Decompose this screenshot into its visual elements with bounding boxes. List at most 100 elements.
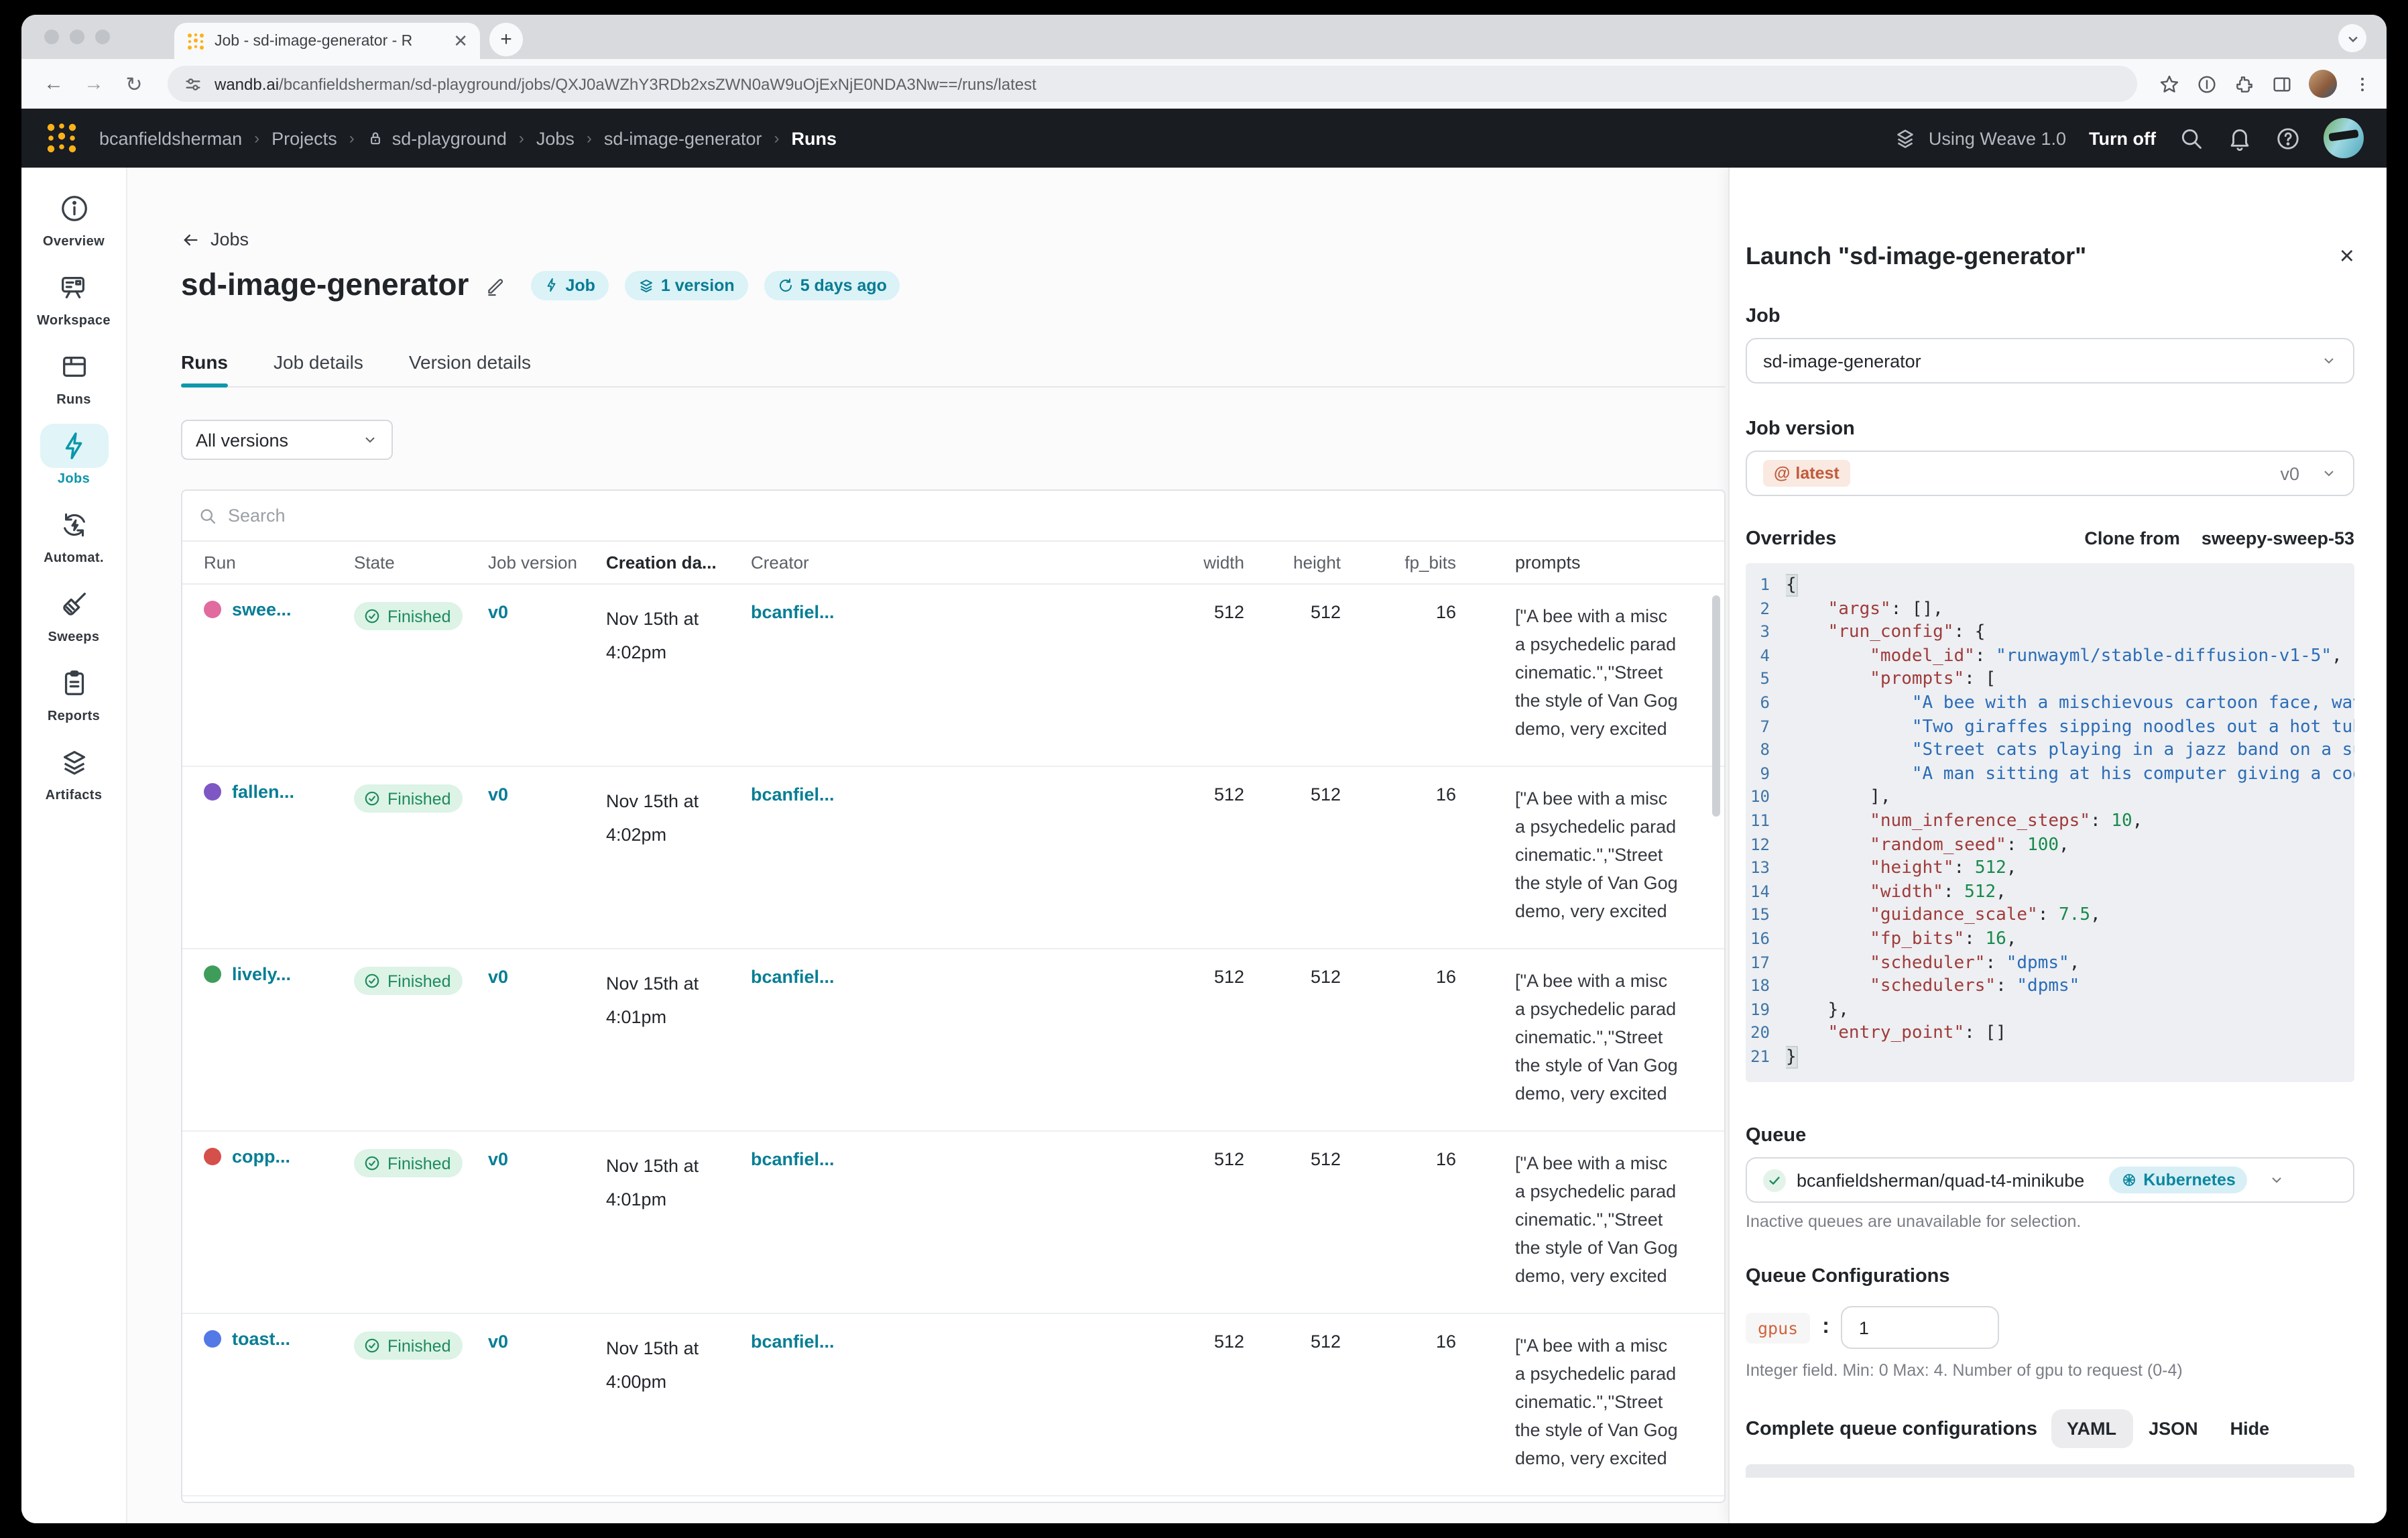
queue-config-footer: Complete queue configurations YAML JSON …	[1746, 1410, 2354, 1449]
search-input[interactable]	[228, 506, 630, 526]
breadcrumb-item[interactable]: sd-image-generator	[604, 128, 762, 148]
job-version-link[interactable]: v0	[488, 1332, 508, 1352]
version-filter-select[interactable]: All versions	[181, 420, 393, 460]
creation-date-cell: Nov 15th at4:01pm	[606, 949, 751, 1130]
table-row[interactable]: lively...Finishedv0Nov 15th at4:01pmbcan…	[182, 949, 1724, 1132]
weave-turn-off-button[interactable]: Turn off	[2089, 128, 2156, 148]
tab-search-button[interactable]	[2338, 24, 2366, 52]
sidebar-item-automat[interactable]: Automat.	[40, 503, 108, 566]
creator-link[interactable]: bcanfiel...	[751, 602, 835, 622]
creator-link[interactable]: bcanfiel...	[751, 1149, 835, 1169]
minimize-window-button[interactable]	[70, 29, 84, 44]
column-header[interactable]: Creation da...	[606, 552, 751, 573]
extensions-puzzle-icon[interactable]	[2234, 73, 2255, 95]
sidebar-item-overview[interactable]: Overview	[40, 186, 108, 249]
runs-table-card: RunStateJob versionCreation da...Creator…	[181, 489, 1726, 1503]
height-cell: 512	[1250, 949, 1346, 1130]
job-version-link[interactable]: v0	[488, 602, 508, 622]
column-header[interactable]: fp_bits	[1346, 552, 1461, 573]
job-version-link[interactable]: v0	[488, 967, 508, 987]
close-icon[interactable]: ×	[2340, 244, 2354, 270]
notifications-bell-icon[interactable]	[2227, 125, 2252, 151]
back-button[interactable]: ←	[36, 72, 71, 95]
tab-close-icon[interactable]: ✕	[453, 32, 468, 50]
fp-bits-cell: 16	[1346, 1314, 1461, 1495]
breadcrumb-item[interactable]: Jobs	[536, 128, 575, 148]
fp-bits-cell: 16	[1346, 767, 1461, 948]
back-to-jobs-link[interactable]: Jobs	[181, 229, 249, 249]
side-panel-icon[interactable]	[2271, 73, 2293, 95]
tab-version-details[interactable]: Version details	[409, 351, 531, 386]
reload-button[interactable]: ↻	[117, 72, 152, 96]
extension-badge-icon[interactable]	[2196, 73, 2218, 95]
table-row[interactable]: swee...Finishedv0Nov 15th at4:02pmbcanfi…	[182, 585, 1724, 767]
breadcrumb-item[interactable]: bcanfieldsherman	[99, 128, 242, 148]
help-icon[interactable]	[2275, 125, 2301, 151]
column-header[interactable]: Run	[204, 552, 354, 573]
queue-note: Inactive queues are unavailable for sele…	[1746, 1213, 2354, 1232]
job-select[interactable]: sd-image-generator	[1746, 338, 2354, 383]
table-row[interactable]: copp...Finishedv0Nov 15th at4:01pmbcanfi…	[182, 1132, 1724, 1314]
run-color-dot	[204, 601, 221, 618]
browser-profile-avatar[interactable]	[2309, 70, 2337, 98]
fp-bits-cell: 16	[1346, 585, 1461, 766]
job-version-link[interactable]: v0	[488, 784, 508, 805]
sidebar-item-reports[interactable]: Reports	[40, 661, 108, 724]
breadcrumb-item[interactable]: Runs	[792, 128, 837, 148]
column-header[interactable]: width	[1164, 552, 1250, 573]
table-row[interactable]: fallen...Finishedv0Nov 15th at4:02pmbcan…	[182, 767, 1724, 949]
at-icon: @	[1774, 464, 1790, 483]
clone-source-button[interactable]: sweepy-sweep-53	[2202, 528, 2354, 548]
table-scrollbar[interactable]	[1712, 595, 1720, 817]
sidebar-item-workspace[interactable]: Workspace	[37, 265, 111, 329]
sidebar-item-runs[interactable]: Runs	[40, 345, 108, 408]
user-avatar[interactable]	[2324, 118, 2364, 158]
tab-runs[interactable]: Runs	[181, 351, 228, 386]
sidebar-item-jobs[interactable]: Jobs	[40, 424, 108, 487]
json-toggle-button[interactable]: JSON	[2132, 1410, 2214, 1449]
column-header[interactable]: prompts	[1461, 548, 1724, 577]
creator-link[interactable]: bcanfiel...	[751, 1332, 835, 1352]
new-tab-button[interactable]: +	[489, 23, 523, 56]
close-window-button[interactable]	[44, 29, 59, 44]
gpus-help-text: Integer field. Min: 0 Max: 4. Number of …	[1746, 1362, 2354, 1380]
job-version-link[interactable]: v0	[488, 1149, 508, 1169]
bookmark-star-icon[interactable]	[2159, 73, 2180, 95]
main-area: Overview Workspace Runs Jobs Automat. Sweeps R…	[21, 168, 2387, 1523]
job-version-cell: v0	[488, 949, 606, 1130]
sidebar-item-artifacts[interactable]: Artifacts	[40, 740, 108, 803]
address-bar[interactable]: wandb.ai/bcanfieldsherman/sd-playground/…	[168, 66, 2137, 102]
maximize-window-button[interactable]	[95, 29, 110, 44]
run-name-link[interactable]: copp...	[232, 1146, 290, 1167]
run-name-link[interactable]: toast...	[232, 1329, 290, 1349]
browser-menu-icon[interactable]	[2353, 74, 2372, 93]
wandb-logo[interactable]	[44, 121, 79, 156]
gpus-input[interactable]	[1842, 1307, 2000, 1350]
code-editor[interactable]: 1{2 "args": [],3 "run_config": {4 "model…	[1746, 563, 2354, 1083]
breadcrumb-item[interactable]: Projects	[272, 128, 337, 148]
yaml-toggle-button[interactable]: YAML	[2051, 1410, 2132, 1449]
run-name-link[interactable]: lively...	[232, 964, 291, 984]
latest-alias-badge: @latest	[1763, 460, 1850, 487]
search-icon[interactable]	[2179, 125, 2204, 151]
column-header[interactable]: State	[354, 552, 488, 573]
code-line: 12 "random_seed": 100,	[1746, 833, 2354, 857]
run-name-link[interactable]: swee...	[232, 599, 292, 619]
run-name-link[interactable]: fallen...	[232, 782, 294, 802]
forward-button[interactable]: →	[76, 72, 111, 95]
breadcrumb-item[interactable]: sd-playground	[367, 128, 507, 148]
queue-select[interactable]: bcanfieldsherman/quad-t4-minikube Kubern…	[1746, 1158, 2354, 1203]
column-header[interactable]: height	[1250, 552, 1346, 573]
creator-link[interactable]: bcanfiel...	[751, 784, 835, 805]
table-row[interactable]: toast...Finishedv0Nov 15th at4:00pmbcanf…	[182, 1314, 1724, 1496]
sidebar-item-sweeps[interactable]: Sweeps	[40, 582, 108, 645]
column-header[interactable]: Job version	[488, 552, 606, 573]
tab-job-details[interactable]: Job details	[274, 351, 363, 386]
job-version-select[interactable]: @latest v0	[1746, 451, 2354, 496]
browser-tab[interactable]: Job - sd-image-generator - R ✕	[174, 23, 480, 59]
creator-link[interactable]: bcanfiel...	[751, 967, 835, 987]
line-number: 3	[1746, 621, 1786, 644]
hide-toggle-button[interactable]: Hide	[2214, 1410, 2286, 1449]
edit-pencil-icon[interactable]	[485, 274, 506, 296]
column-header[interactable]: Creator	[751, 552, 1164, 573]
